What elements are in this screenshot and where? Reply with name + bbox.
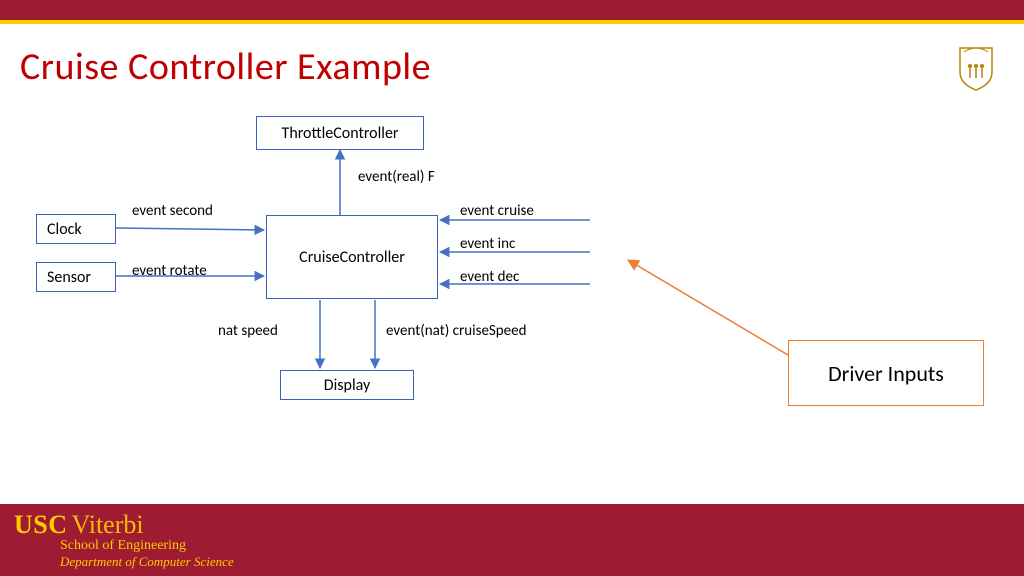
footer-org-light: Viterbi	[72, 510, 144, 539]
box-label: Clock	[47, 220, 82, 239]
edge-label-event-inc: event inc	[460, 235, 515, 253]
edge-label-cruise-speed: event(nat) cruiseSpeed	[386, 322, 527, 340]
footer-line1: School of Engineering	[60, 538, 186, 554]
box-clock: Clock	[36, 214, 116, 244]
connectors	[0, 100, 1024, 490]
header-band	[0, 0, 1024, 20]
page-title: Cruise Controller Example	[20, 44, 431, 90]
header-accent	[0, 20, 1024, 24]
box-label: CruiseController	[299, 248, 405, 267]
box-label: Driver Inputs	[828, 360, 944, 387]
edge-label-event-rotate: event rotate	[132, 262, 207, 280]
edge-label-event-second: event second	[132, 202, 213, 220]
usc-shield-icon	[956, 44, 996, 92]
box-sensor: Sensor	[36, 262, 116, 292]
box-label: Sensor	[47, 268, 91, 287]
footer-org: USCViterbi	[14, 510, 144, 540]
footer-line2: Department of Computer Science	[60, 554, 234, 570]
edge-label-nat-speed: nat speed	[218, 322, 278, 340]
box-display: Display	[280, 370, 414, 400]
box-cruise-controller: CruiseController	[266, 215, 438, 299]
edge-label-event-real-f: event(real) F	[358, 168, 435, 186]
box-label: Display	[324, 376, 370, 395]
footer-band: USCViterbi School of Engineering Departm…	[0, 504, 1024, 576]
box-throttle-controller: ThrottleController	[256, 116, 424, 150]
edge-label-event-dec: event dec	[460, 268, 519, 286]
box-label: ThrottleController	[282, 124, 399, 143]
diagram-canvas: ThrottleController Clock Sensor CruiseCo…	[0, 100, 1024, 490]
box-driver-inputs: Driver Inputs	[788, 340, 984, 406]
footer-org-bold: USC	[14, 510, 68, 539]
edge-label-event-cruise: event cruise	[460, 202, 534, 220]
